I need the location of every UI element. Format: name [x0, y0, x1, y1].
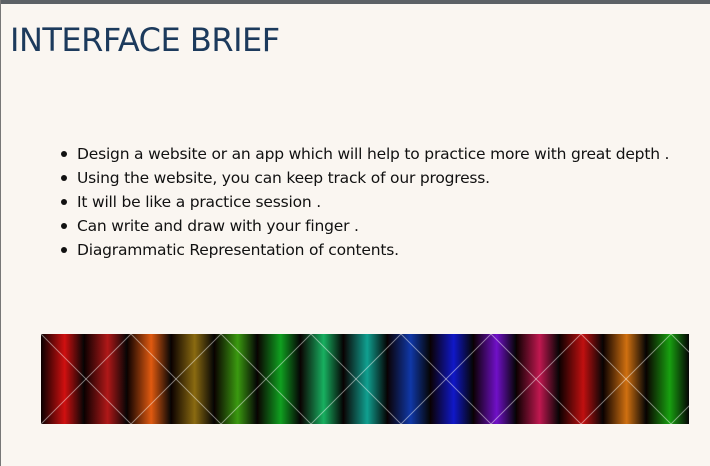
- bullet-item: Diagrammatic Representation of contents.: [61, 238, 669, 262]
- slide: INTERFACE BRIEF Design a website or an a…: [0, 0, 710, 466]
- bullet-dot-icon: [61, 199, 67, 205]
- bullet-dot-icon: [61, 223, 67, 229]
- bullet-text: Can write and draw with your finger .: [77, 217, 359, 235]
- bullet-item: Using the website, you can keep track of…: [61, 166, 669, 190]
- slide-title: INTERFACE BRIEF: [10, 21, 280, 59]
- top-edge-bar: [1, 0, 710, 4]
- bullet-text: Using the website, you can keep track of…: [77, 169, 490, 187]
- bullet-text: It will be like a practice session .: [77, 193, 321, 211]
- band-diagonal-line: [670, 405, 689, 424]
- bullet-dot-icon: [61, 151, 67, 157]
- bullet-dot-icon: [61, 247, 67, 253]
- bullet-item: Design a website or an app which will he…: [61, 142, 669, 166]
- bullet-dot-icon: [61, 175, 67, 181]
- bullet-item: It will be like a practice session .: [61, 190, 669, 214]
- band-diagonal-lines: [41, 334, 689, 424]
- bullet-list: Design a website or an app which will he…: [61, 142, 669, 262]
- bullet-item: Can write and draw with your finger .: [61, 214, 669, 238]
- bullet-text: Diagrammatic Representation of contents.: [77, 241, 399, 259]
- band-diagonal-line: [670, 334, 689, 353]
- bullet-text: Design a website or an app which will he…: [77, 145, 670, 163]
- decorative-color-band: [41, 334, 689, 424]
